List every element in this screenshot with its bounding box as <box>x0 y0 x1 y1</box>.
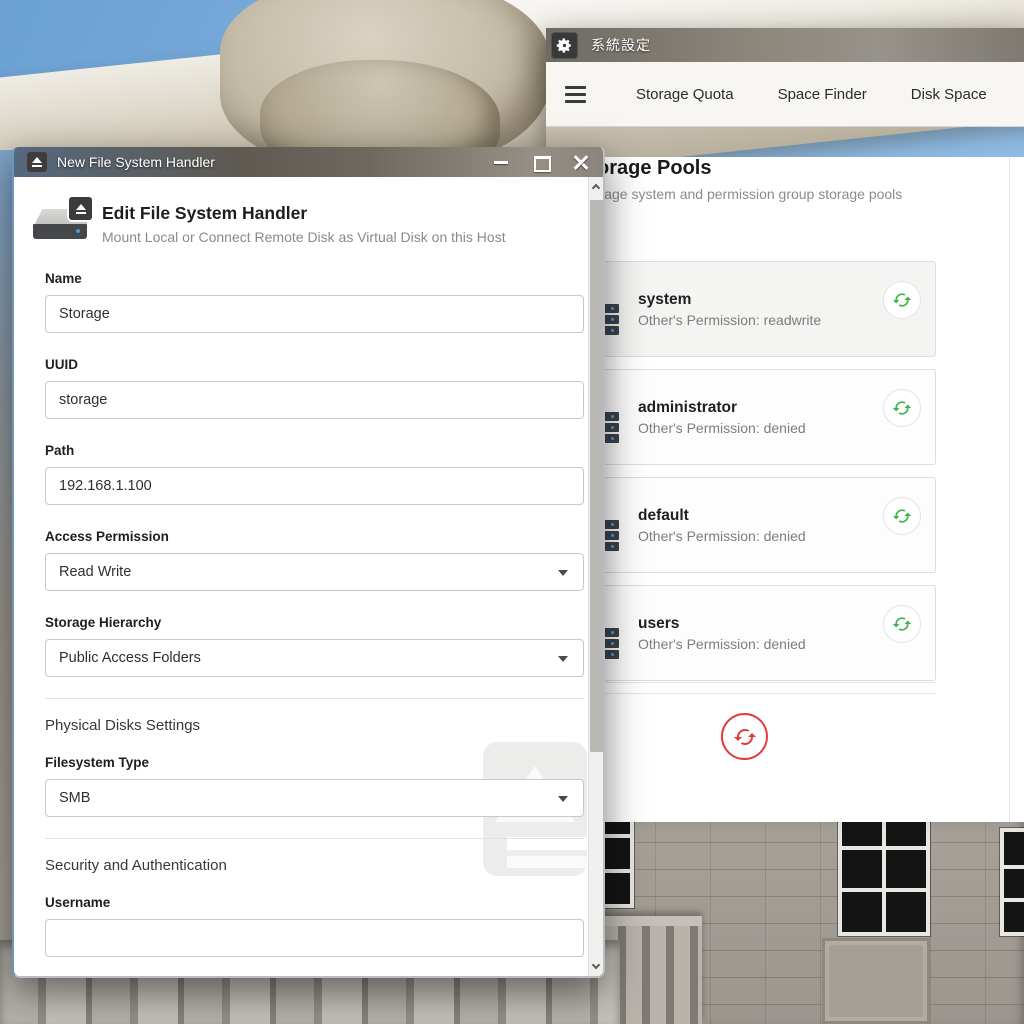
pool-name: administrator <box>638 399 883 417</box>
settings-window-title: 系統設定 <box>591 35 651 55</box>
access-permission-label: Access Permission <box>45 529 569 544</box>
tab-disk-space[interactable]: Disk Space <box>909 80 989 109</box>
tab-storage-quota[interactable]: Storage Quota <box>634 80 736 109</box>
page-title: Storage Pools <box>577 157 1024 180</box>
pool-permission: Other's Permission: denied <box>638 528 883 544</box>
refresh-pool-button[interactable] <box>883 281 921 319</box>
pool-permission: Other's Permission: readwrite <box>638 312 883 328</box>
username-label: Username <box>45 895 569 910</box>
minimize-button[interactable] <box>493 155 509 169</box>
storage-hierarchy-select[interactable]: Public Access Folders <box>45 639 584 677</box>
pool-name: system <box>638 291 883 309</box>
scrollbar-thumb[interactable] <box>590 200 603 752</box>
page-subtitle: Manage system and permission group stora… <box>577 186 1024 202</box>
uuid-input[interactable] <box>45 381 584 419</box>
pool-card-users[interactable]: users Other's Permission: denied <box>560 585 936 681</box>
eject-icon <box>27 152 47 172</box>
eject-badge-icon <box>69 197 92 220</box>
chevron-down-icon <box>558 656 568 662</box>
settings-titlebar[interactable]: 系統設定 <box>546 28 1024 62</box>
filesystem-type-label: Filesystem Type <box>45 755 569 770</box>
physical-disks-section-title: Physical Disks Settings <box>45 717 569 734</box>
dialog-heading: Edit File System Handler <box>102 203 506 224</box>
pool-name: users <box>638 615 883 633</box>
username-input[interactable] <box>45 919 584 957</box>
pool-permission: Other's Permission: denied <box>638 420 883 436</box>
path-label: Path <box>45 443 569 458</box>
refresh-pool-button[interactable] <box>883 497 921 535</box>
file-system-handler-dialog: New File System Handler <box>12 147 605 978</box>
desktop: 系統設定 Storage Quota Space Finder Disk Spa… <box>0 0 1024 1024</box>
chevron-down-icon <box>558 570 568 576</box>
refresh-pool-button[interactable] <box>883 605 921 643</box>
pool-card-system[interactable]: system Other's Permission: readwrite <box>560 261 936 357</box>
refresh-pool-button[interactable] <box>883 389 921 427</box>
refresh-all-button[interactable] <box>721 713 768 760</box>
pool-name: default <box>638 507 883 525</box>
pool-card-default[interactable]: default Other's Permission: denied <box>560 477 936 573</box>
settings-content: Storage Pools Manage system and permissi… <box>546 157 1024 822</box>
chevron-down-icon <box>558 796 568 802</box>
carved-relief-panel <box>822 938 930 1024</box>
gear-icon <box>551 32 578 59</box>
access-permission-select[interactable]: Read Write <box>45 553 584 591</box>
settings-window: 系統設定 Storage Quota Space Finder Disk Spa… <box>546 28 1024 793</box>
scroll-down-icon[interactable] <box>589 956 603 974</box>
path-input[interactable] <box>45 467 584 505</box>
tab-space-finder[interactable]: Space Finder <box>776 80 869 109</box>
maximize-button[interactable] <box>533 155 549 169</box>
section-divider <box>45 838 584 839</box>
dialog-header: Edit File System Handler Mount Local or … <box>33 203 569 247</box>
building-window-right <box>1000 828 1024 936</box>
filesystem-type-select[interactable]: SMB <box>45 779 584 817</box>
dialog-body: Edit File System Handler Mount Local or … <box>14 177 603 976</box>
hard-drive-icon <box>33 209 87 247</box>
close-button[interactable] <box>573 155 589 169</box>
section-divider <box>45 698 584 699</box>
dialog-scrollbar[interactable] <box>588 177 603 976</box>
pool-card-administrator[interactable]: administrator Other's Permission: denied <box>560 369 936 465</box>
scroll-up-icon[interactable] <box>589 179 603 197</box>
dialog-subheading: Mount Local or Connect Remote Disk as Vi… <box>102 229 506 245</box>
pool-permission: Other's Permission: denied <box>638 636 883 652</box>
settings-tabs: Storage Quota Space Finder Disk Space <box>634 80 989 109</box>
settings-toolbar: Storage Quota Space Finder Disk Space <box>546 62 1024 127</box>
menu-icon[interactable] <box>565 86 586 103</box>
name-label: Name <box>45 271 569 286</box>
dialog-title: New File System Handler <box>57 154 215 170</box>
storage-hierarchy-label: Storage Hierarchy <box>45 615 569 630</box>
uuid-label: UUID <box>45 357 569 372</box>
name-input[interactable] <box>45 295 584 333</box>
dialog-titlebar[interactable]: New File System Handler <box>14 147 603 177</box>
security-section-title: Security and Authentication <box>45 857 569 874</box>
